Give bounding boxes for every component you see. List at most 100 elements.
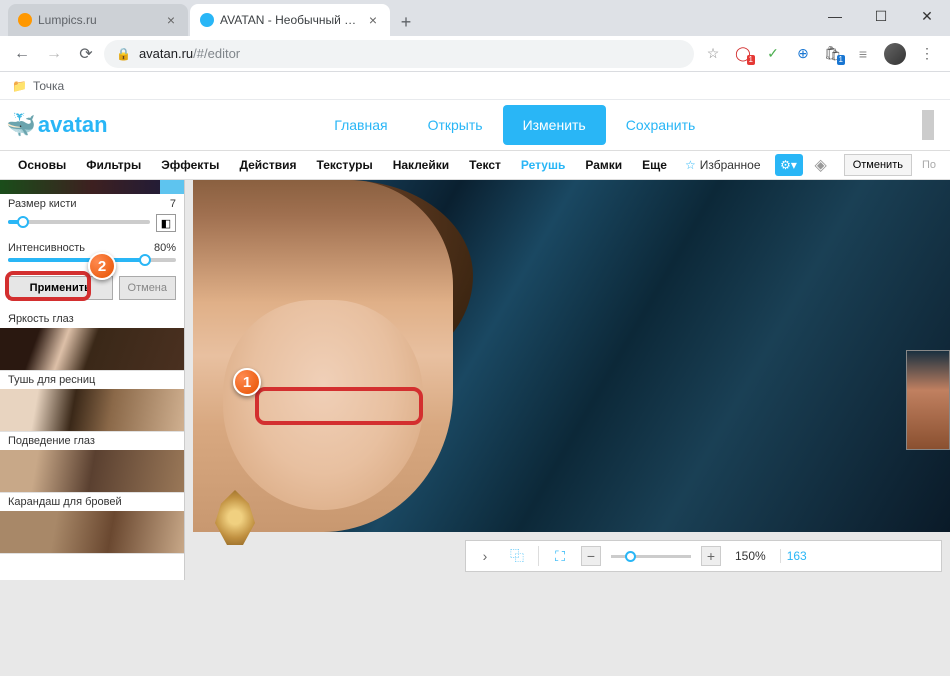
favicon-icon xyxy=(200,13,214,27)
thumb-label: Подведение глаз xyxy=(0,432,184,450)
layers-icon[interactable]: ◈ xyxy=(809,155,833,175)
intensity-label: Интенсивность xyxy=(8,242,85,254)
browser-tab-avatan[interactable]: AVATAN - Необычный Фоторед... × xyxy=(190,4,390,36)
chevron-right-icon[interactable]: › xyxy=(474,545,496,567)
logo-text: avatan xyxy=(38,112,108,138)
favorites[interactable]: ☆ Избранное xyxy=(677,158,769,172)
url-path: /#/editor xyxy=(193,46,240,61)
zoom-percent: 150% xyxy=(731,549,770,563)
tab-title: AVATAN - Необычный Фоторед... xyxy=(220,13,360,27)
lock-icon: 🔒 xyxy=(116,47,131,61)
new-tab-button[interactable]: + xyxy=(392,8,420,36)
thumb-image xyxy=(0,328,184,370)
url-input[interactable]: 🔒 avatan.ru/#/editor xyxy=(104,40,694,68)
tool-effects[interactable]: Эффекты xyxy=(151,158,229,172)
zoom-in-button[interactable]: + xyxy=(701,546,721,566)
thumb-label: Яркость глаз xyxy=(0,310,184,328)
color-preview[interactable] xyxy=(0,180,184,194)
thumb-image xyxy=(0,450,184,492)
fullscreen-icon[interactable]: ⛶ xyxy=(549,545,571,567)
window-controls: — ☐ ✕ xyxy=(812,0,950,32)
minimize-button[interactable]: — xyxy=(812,0,858,32)
cancel-button[interactable]: Отмена xyxy=(119,276,176,300)
address-bar: ← → ⟳ 🔒 avatan.ru/#/editor ☆ ◯1 ✓ ⊕ 🛍1 ≡… xyxy=(0,36,950,72)
canvas-area: 1 › ⿻ ⛶ − + 150% 163 xyxy=(185,180,950,580)
main-area: Размер кисти 7 ◧ Интенсивность 80% xyxy=(0,180,950,580)
reader-ext-icon[interactable]: ≡ xyxy=(854,45,872,63)
maximize-button[interactable]: ☐ xyxy=(858,0,904,32)
tool-frames[interactable]: Рамки xyxy=(575,158,632,172)
scroll-indicator[interactable] xyxy=(922,110,934,140)
back-button[interactable]: ← xyxy=(8,40,36,68)
intensity-value: 80% xyxy=(154,242,176,254)
fit-screen-icon[interactable]: ⿻ xyxy=(506,545,528,567)
sidebar: Размер кисти 7 ◧ Интенсивность 80% xyxy=(0,180,185,580)
nav-edit[interactable]: Изменить xyxy=(503,105,606,145)
tool-stickers[interactable]: Наклейки xyxy=(383,158,459,172)
favorites-label: Избранное xyxy=(700,158,761,172)
tool-text[interactable]: Текст xyxy=(459,158,511,172)
tool-more[interactable]: Еще xyxy=(632,158,677,172)
thumb-label: Тушь для ресниц xyxy=(0,371,184,389)
close-icon[interactable]: × xyxy=(366,13,380,27)
site-header: 🐳 avatan Главная Открыть Изменить Сохран… xyxy=(0,100,950,150)
opera-ext-icon[interactable]: ◯1 xyxy=(734,45,752,63)
nav-home[interactable]: Главная xyxy=(314,105,407,145)
check-ext-icon[interactable]: ✓ xyxy=(764,45,782,63)
close-window-button[interactable]: ✕ xyxy=(904,0,950,32)
close-icon[interactable]: × xyxy=(164,13,178,27)
whale-icon: 🐳 xyxy=(6,111,36,140)
annotation-highlight xyxy=(255,387,423,425)
main-nav: Главная Открыть Изменить Сохранить xyxy=(108,105,922,145)
forward-button[interactable]: → xyxy=(40,40,68,68)
annotation-marker-1: 1 xyxy=(233,368,261,396)
tool-basics[interactable]: Основы xyxy=(8,158,76,172)
star-icon[interactable]: ☆ xyxy=(704,45,722,63)
thumb-image xyxy=(0,389,184,431)
logo[interactable]: 🐳 avatan xyxy=(6,111,108,140)
retouch-item-brow-pencil[interactable]: Карандаш для бровей xyxy=(0,493,184,554)
bag-ext-icon[interactable]: 🛍1 xyxy=(824,45,842,63)
zoom-coord: 163 xyxy=(780,549,807,563)
folder-icon: 📁 xyxy=(12,79,27,93)
reload-button[interactable]: ⟳ xyxy=(72,40,100,68)
star-icon: ☆ xyxy=(685,158,696,172)
nav-open[interactable]: Открыть xyxy=(408,105,503,145)
badge: 1 xyxy=(837,55,845,65)
zoom-out-button[interactable]: − xyxy=(581,546,601,566)
browser-tab-lumpics[interactable]: Lumpics.ru × xyxy=(8,4,188,36)
settings-button[interactable]: ⚙▾ xyxy=(775,154,803,176)
canvas[interactable]: 1 xyxy=(193,180,950,532)
profile-avatar[interactable] xyxy=(884,43,906,65)
zoom-slider[interactable] xyxy=(611,555,691,558)
apply-button[interactable]: Применить xyxy=(8,276,113,300)
globe-ext-icon[interactable]: ⊕ xyxy=(794,45,812,63)
menu-icon[interactable]: ⋮ xyxy=(918,45,936,63)
bookmarks-bar: 📁 Точка xyxy=(0,72,950,100)
annotation-marker-2: 2 xyxy=(88,252,116,280)
thumb-label: Карандаш для бровей xyxy=(0,493,184,511)
retouch-item-eye-brightness[interactable]: Яркость глаз xyxy=(0,310,184,371)
brush-size-slider[interactable] xyxy=(8,220,150,226)
tool-textures[interactable]: Текстуры xyxy=(307,158,383,172)
tool-actions[interactable]: Действия xyxy=(229,158,306,172)
favicon-icon xyxy=(18,13,32,27)
retouch-item-mascara[interactable]: Тушь для ресниц xyxy=(0,371,184,432)
retouch-item-eyeliner[interactable]: Подведение глаз xyxy=(0,432,184,493)
editor-toolbar: Основы Фильтры Эффекты Действия Текстуры… xyxy=(0,150,950,180)
tool-retouch[interactable]: Ретушь xyxy=(511,158,575,172)
bookmark-item[interactable]: Точка xyxy=(33,79,64,93)
badge: 1 xyxy=(747,55,755,65)
tab-title: Lumpics.ru xyxy=(38,13,158,27)
brush-size-label: Размер кисти xyxy=(8,198,77,210)
eraser-button[interactable]: ◧ xyxy=(156,214,176,232)
tab-bar: Lumpics.ru × AVATAN - Необычный Фоторед.… xyxy=(0,0,950,36)
redo-button[interactable]: По xyxy=(916,155,942,175)
nav-save[interactable]: Сохранить xyxy=(606,105,716,145)
mini-preview[interactable] xyxy=(906,350,950,450)
url-domain: avatan.ru xyxy=(139,46,193,61)
brush-size-value: 7 xyxy=(170,198,176,210)
zoom-bar: › ⿻ ⛶ − + 150% 163 xyxy=(465,540,942,572)
undo-button[interactable]: Отменить xyxy=(844,154,912,176)
tool-filters[interactable]: Фильтры xyxy=(76,158,151,172)
